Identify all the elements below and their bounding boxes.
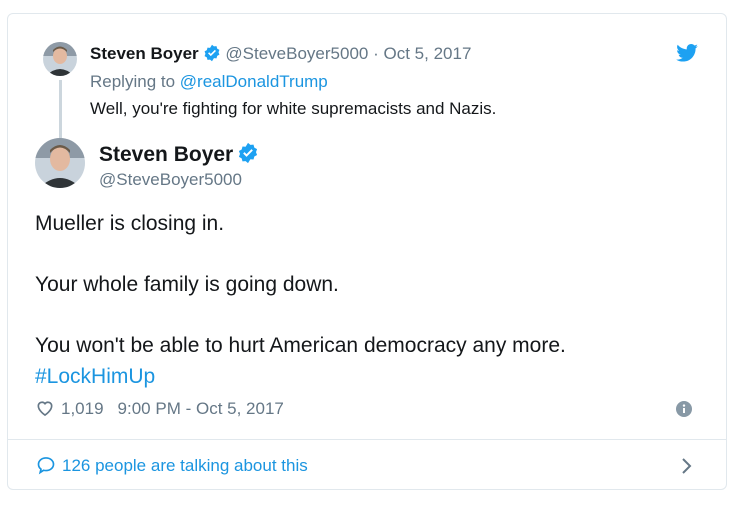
tweet-text-line: Mueller is closing in. [35, 212, 225, 235]
embedded-tweet-card[interactable]: Steven Boyer @SteveBoyer5000 · Oct 5, 20… [7, 13, 727, 490]
main-author-name-text: Steven Boyer [99, 143, 234, 166]
hashtag-link[interactable]: #LockHimUp [35, 363, 155, 391]
main-author-handle[interactable]: @SteveBoyer5000 [99, 169, 242, 191]
verified-badge-icon [239, 142, 258, 164]
verified-badge-icon [204, 44, 220, 62]
replying-prefix: Replying to [90, 72, 176, 91]
tweet-timestamp[interactable]: 9:00 PM - Oct 5, 2017 [118, 399, 284, 418]
speech-bubble-icon [37, 457, 55, 475]
meta-separator: · [373, 44, 379, 63]
conversation-link[interactable]: 126 people are talking about this [36, 455, 308, 477]
parent-author-name[interactable]: Steven Boyer [90, 44, 199, 63]
parent-tweet-text: Well, you're fighting for white supremac… [90, 99, 497, 118]
replying-to-line: Replying to @realDonaldTrump [90, 72, 328, 92]
main-author-name[interactable]: Steven Boyer [99, 142, 259, 168]
parent-avatar[interactable] [43, 42, 77, 76]
parent-tweet-header: Steven Boyer @SteveBoyer5000 · Oct 5, 20… [90, 44, 471, 64]
chevron-right-icon[interactable] [681, 457, 693, 475]
conversation-text: 126 people are talking about this [62, 456, 308, 475]
thread-connector [59, 80, 62, 142]
tweet-text-line: Your whole family is going down. [35, 273, 339, 296]
like-count[interactable]: 1,019 [61, 399, 104, 418]
parent-tweet-date[interactable]: Oct 5, 2017 [384, 44, 472, 63]
replying-to-mention[interactable]: @realDonaldTrump [180, 72, 328, 91]
tweet-text-line: You won't be able to hurt American democ… [35, 334, 566, 357]
heart-icon[interactable] [35, 398, 55, 418]
main-avatar[interactable] [35, 138, 85, 188]
info-icon[interactable] [676, 401, 692, 417]
parent-author-handle[interactable]: @SteveBoyer5000 [225, 44, 368, 63]
twitter-bird-icon[interactable] [676, 44, 698, 62]
avatar-image [35, 138, 85, 188]
footer-divider [8, 439, 726, 440]
avatar-image [43, 42, 77, 76]
tweet-meta-row: 1,019 9:00 PM - Oct 5, 2017 [35, 398, 284, 420]
